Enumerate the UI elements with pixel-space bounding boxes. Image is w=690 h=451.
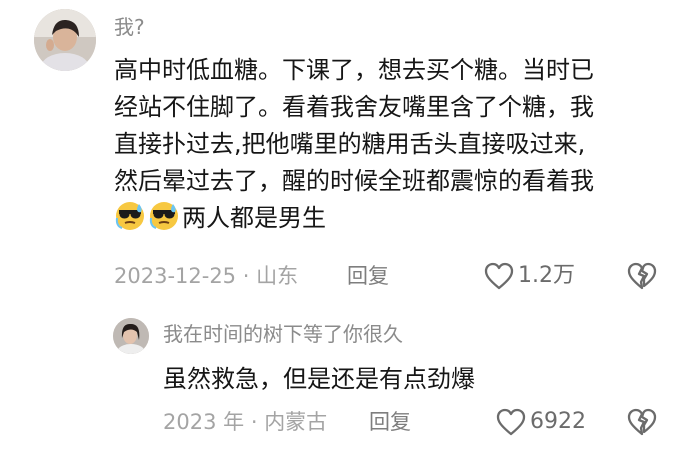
reply-avatar[interactable]	[113, 318, 149, 354]
reply-like-heart-icon[interactable]	[496, 408, 526, 436]
reply-dislike-broken-heart-icon[interactable]	[627, 408, 657, 436]
reply-username[interactable]: 我在时间的树下等了你很久	[163, 322, 403, 346]
reply-reply-button[interactable]: 回复	[369, 409, 411, 435]
comment-text-line: 高中时低血糖。下课了，想去买个糖。当时已	[114, 56, 594, 84]
cool-sweat-emoji-icon	[114, 200, 146, 243]
like-heart-icon[interactable]	[484, 262, 514, 290]
reply-text: 虽然救急，但是还是有点劲爆	[163, 365, 475, 393]
comment-body: 高中时低血糖。下课了，想去买个糖。当时已 经站不住脚了。看着我舍友嘴里含了个糖，…	[114, 52, 674, 243]
avatar[interactable]	[34, 9, 96, 71]
meta-separator: ·	[242, 264, 250, 288]
reply-date: 2023 年	[163, 410, 245, 434]
comment-username[interactable]: 我?	[114, 15, 145, 39]
reply-meta: 2023 年 · 内蒙古	[163, 409, 327, 435]
reply-button[interactable]: 回复	[347, 263, 389, 289]
reply-location: 内蒙古	[264, 410, 328, 434]
comment-text-line: 直接扑过去,把他嘴里的糖用舌头直接吸过来,	[114, 130, 586, 158]
comment-date: 2023-12-25	[114, 264, 237, 288]
comment-text-line: 然后晕过去了，醒的时候全班都震惊的看着我	[114, 167, 594, 195]
comment-meta: 2023-12-25 · 山东	[114, 263, 298, 289]
meta-separator: ·	[250, 410, 258, 434]
comment-location: 山东	[256, 264, 299, 288]
dislike-broken-heart-icon[interactable]	[627, 262, 657, 290]
cool-sweat-emoji-icon	[148, 200, 180, 243]
comment-last-line: 两人都是男生	[114, 200, 674, 243]
comment-text-line: 经站不住脚了。看着我舍友嘴里含了个糖，我	[114, 93, 594, 121]
like-count: 1.2万	[518, 263, 575, 288]
comment-last-line-text: 两人都是男生	[182, 204, 326, 232]
reply-like-count: 6922	[530, 409, 586, 434]
